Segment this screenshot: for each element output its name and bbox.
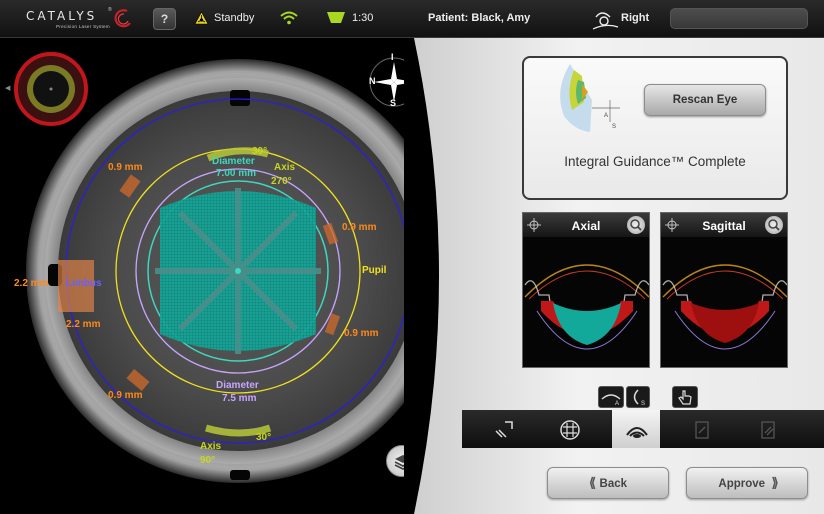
- surfaces-tab-icon: [626, 427, 648, 438]
- logo-text: CATALYS: [26, 9, 98, 23]
- top-right-disabled-button[interactable]: [670, 8, 808, 29]
- capsulotomy-diameter-label: Diameter: [212, 156, 255, 167]
- patient-name: Patient: Black, Amy: [428, 12, 531, 24]
- zoom-button[interactable]: [627, 216, 645, 234]
- double-chevron-right-icon: ⟩⟩: [771, 475, 778, 490]
- battery-level-icon: [327, 12, 345, 23]
- arc-right-upper-label: 0.9 mm: [342, 222, 377, 233]
- eye-side-icon: [592, 12, 619, 30]
- arc-top-left-label: 0.9 mm: [108, 162, 143, 173]
- arc-bottom-left-label: 0.9 mm: [108, 390, 143, 401]
- mini-tool-label-s: S: [641, 401, 645, 407]
- magnifier-icon: [630, 219, 642, 231]
- top-bar: CATALYS ® Precision Laser System ? Stand…: [0, 0, 824, 38]
- rescan-eye-button[interactable]: Rescan Eye: [644, 84, 766, 116]
- laser-warning-icon: [194, 11, 209, 25]
- double-chevron-left-icon: ⟨⟨: [588, 475, 596, 490]
- document-tab-icon: [761, 421, 775, 439]
- sagittal-view-toggle[interactable]: S: [626, 386, 650, 408]
- panel-divider: [404, 38, 439, 514]
- compass-s: S: [390, 98, 397, 108]
- lens-diameter-label: Diameter: [216, 380, 259, 391]
- magnifier-icon: [768, 219, 780, 231]
- sagittal-scan-panel[interactable]: Sagittal: [660, 212, 788, 368]
- limbus-bottom-distance: 2.2 mm: [66, 319, 101, 330]
- lens-diameter-value: 7.5 mm: [222, 393, 257, 404]
- tab-incisions[interactable]: [480, 410, 528, 448]
- guidance-status-text: Integral Guidance™ Complete: [564, 154, 746, 169]
- scan-header: Axial: [523, 213, 649, 237]
- catalys-logo: CATALYS ® Precision Laser System: [26, 7, 131, 31]
- axial-view-toggle[interactable]: A: [598, 386, 624, 408]
- limbus-label: Limbus: [66, 278, 102, 289]
- eye-side-label: Right: [621, 12, 650, 24]
- axis-bottom-label: Axis: [200, 441, 222, 452]
- tab-disabled-2[interactable]: [744, 410, 792, 448]
- arc-right-lower-label: 0.9 mm: [344, 328, 379, 339]
- tab-fragmentation[interactable]: [546, 410, 594, 448]
- collapse-arrow-icon[interactable]: ◀: [5, 84, 10, 92]
- illus-label-a: A: [604, 113, 608, 119]
- help-button[interactable]: ?: [153, 8, 176, 30]
- sagittal-oct-image: [661, 237, 787, 367]
- axial-view-icon: A: [601, 394, 621, 407]
- procedure-timer: 1:30: [352, 12, 374, 24]
- axis-bottom-value: 90°: [200, 455, 216, 466]
- zoom-button[interactable]: [765, 216, 783, 234]
- grid-tab-icon: [560, 420, 580, 440]
- step-tab-bar: [462, 410, 824, 448]
- document-tab-icon: [695, 421, 709, 439]
- approve-button[interactable]: Approve ⟩⟩: [686, 467, 808, 499]
- illus-label-s: S: [612, 124, 616, 130]
- compass-i: I: [391, 52, 394, 62]
- limbus-left-distance: 2.2 mm: [14, 278, 49, 289]
- axis-top-label: Axis: [274, 162, 296, 173]
- eye-cross-section-icon: A S: [560, 64, 620, 132]
- axial-oct-image: [523, 237, 649, 367]
- tab-ocular-surfaces[interactable]: [612, 410, 660, 448]
- touch-mode-button[interactable]: [672, 386, 698, 408]
- back-button[interactable]: ⟨⟨ Back: [547, 467, 669, 499]
- axial-scan-panel[interactable]: Axial: [522, 212, 650, 368]
- logo-swoosh-icon: [114, 9, 131, 28]
- approve-label: Approve: [718, 478, 766, 490]
- axis-top-value: 270°: [271, 176, 292, 187]
- mini-eye-thumbnail[interactable]: [14, 52, 88, 126]
- logo-subtitle: Precision Laser System: [56, 24, 110, 29]
- wifi-icon: [280, 11, 298, 25]
- incision-bottom-degree: 30°: [256, 432, 272, 443]
- scan-header: Sagittal: [661, 213, 787, 237]
- hand-pointer-icon: [678, 390, 692, 405]
- back-label: Back: [599, 478, 628, 490]
- compass-n: N: [369, 76, 376, 86]
- pupil-label: Pupil: [362, 265, 387, 276]
- mini-tool-label-a: A: [615, 401, 619, 407]
- capsulotomy-diameter-value: 7.00 mm: [216, 168, 257, 179]
- laser-status: Standby: [214, 12, 255, 24]
- tab-disabled-1[interactable]: [678, 410, 726, 448]
- incision-tab-icon: [495, 421, 513, 438]
- sagittal-view-icon: S: [633, 389, 645, 407]
